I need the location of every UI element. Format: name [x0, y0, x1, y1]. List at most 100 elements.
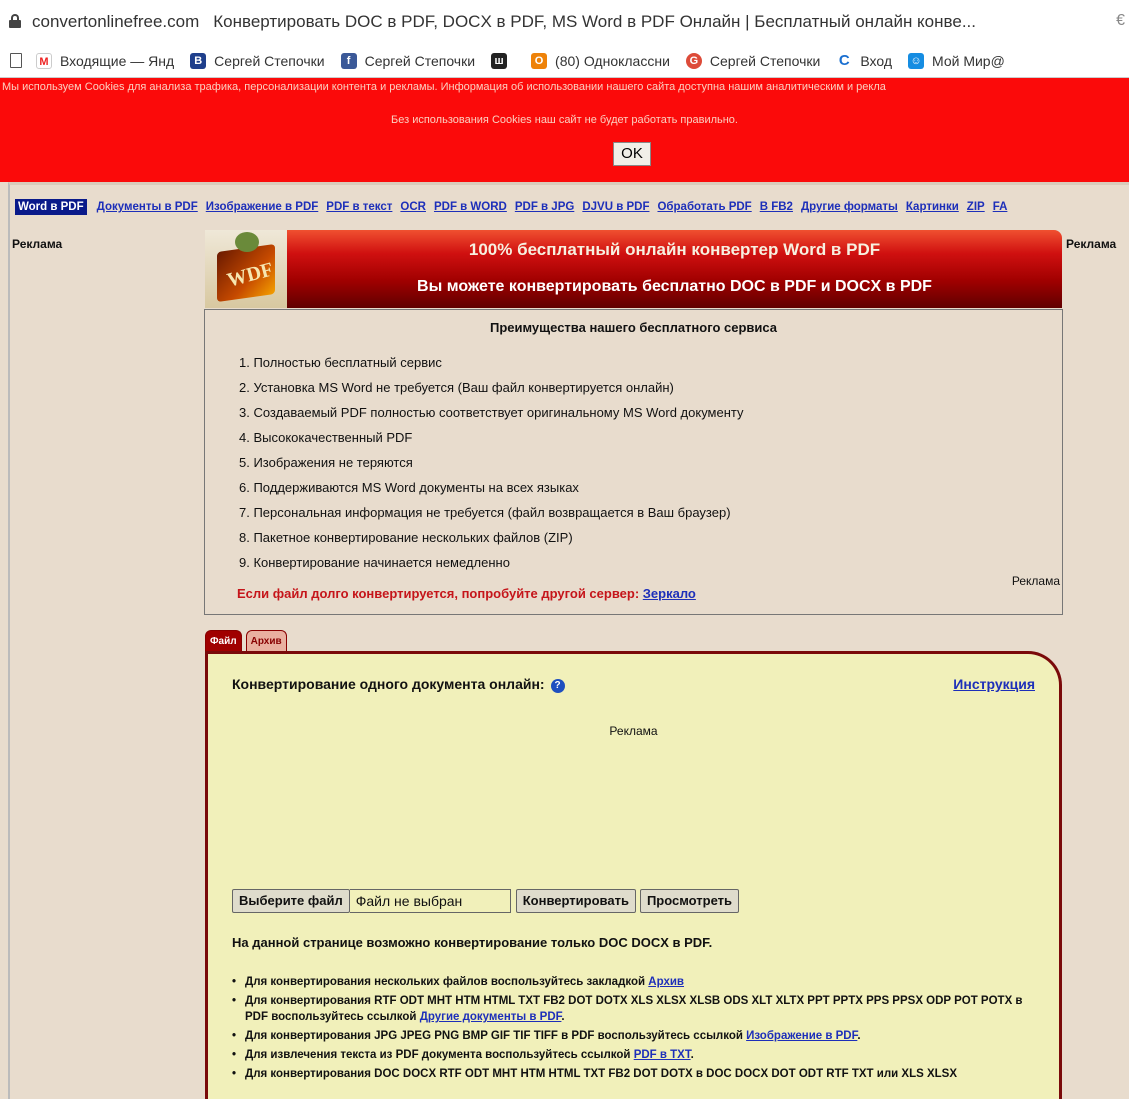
bookmark-label: Сергей Степочки [214, 52, 325, 69]
nav-link[interactable]: В FB2 [760, 201, 793, 213]
file-row: Выберите файл Файл не выбран Конвертиров… [232, 889, 740, 913]
instructions-link[interactable]: Инструкция [953, 676, 1035, 692]
cookie-text-1: Мы используем Cookies для анализа трафик… [2, 81, 886, 93]
bookmark-inbox[interactable]: М Входящие — Янд [36, 52, 175, 69]
tip-link[interactable]: Изображение в PDF [746, 1030, 857, 1042]
odnoklassniki-icon: О [531, 52, 548, 69]
bookmark-label: Сергей Степочки [364, 52, 476, 69]
list-item: 2. Установка MS Word не требуется (Ваш ф… [239, 380, 674, 395]
logo-figure [235, 232, 259, 252]
list-item: 4. Высококачественный PDF [239, 430, 413, 445]
tip-text: Для конвертирования DOC DOCX RTF ODT MHT… [245, 1068, 957, 1080]
bookmark-label: Мой Мир@ [932, 52, 1005, 69]
list-item: 9. Конвертирование начинается немедленно [239, 555, 510, 570]
nav-link[interactable]: DJVU в PDF [582, 201, 649, 213]
nav-link[interactable]: OCR [400, 201, 426, 213]
nav-link[interactable]: PDF в WORD [434, 201, 507, 213]
list-item: 6. Поддерживаются MS Word документы на в… [239, 480, 579, 495]
advantages-heading: Преимущества нашего бесплатного сервиса [489, 320, 778, 335]
nav-links: Word в PDF Документы в PDF Изображение в P… [15, 199, 1015, 215]
preview-button[interactable]: Просмотреть [639, 889, 740, 913]
banner-subtitle: Вы можете конвертировать бесплатно DOC в… [417, 278, 932, 295]
nav-link[interactable]: Обработать PDF [657, 201, 751, 213]
ad-label: Реклама [1011, 574, 1060, 588]
bookmark-label: (80) Одноклассни [555, 52, 670, 69]
nav-link[interactable]: Картинки [906, 201, 959, 213]
bookmark-login[interactable]: С Вход [836, 52, 892, 69]
header-banner: 100% бесплатный онлайн конвертер Word в … [287, 230, 1062, 308]
tip-link[interactable]: Другие документы в PDF [420, 1011, 562, 1023]
mirror-text: Если файл долго конвертируется, попробуй… [237, 586, 640, 601]
cookie-banner: Мы используем Cookies для анализа трафик… [0, 78, 1129, 182]
bookmark-label: Вход [860, 52, 892, 69]
tab-archive[interactable]: Архив [245, 630, 287, 652]
page-title: Конвертировать DOC в PDF, DOCX в PDF, MS… [213, 12, 976, 31]
cookie-ok-button[interactable]: OK [613, 142, 651, 166]
help-icon[interactable]: ? [550, 679, 565, 693]
ad-label: Реклама [609, 724, 658, 738]
tip-link[interactable]: PDF в TXT [634, 1049, 691, 1061]
edge-glyph: € [1116, 12, 1125, 29]
mymir-icon: ☺ [908, 52, 924, 69]
bookmark-gplus[interactable]: G Сергей Степочки [685, 52, 821, 69]
tab-file[interactable]: Файл [205, 630, 242, 652]
tips-list: Для конвертирования нескольких файлов во… [232, 974, 1042, 1085]
page-icon [10, 53, 22, 68]
address-bar[interactable]: convertonlinefree.com Конвертировать DOC… [0, 0, 1129, 44]
ad-label-left: Реклама [12, 237, 63, 251]
tip-link[interactable]: Архив [648, 976, 684, 988]
tip-text-end: . [690, 1049, 694, 1061]
tip-text-end: . [857, 1030, 861, 1042]
bookmark-label: Сергей Степочки [709, 52, 821, 69]
format-note: На данной странице возможно конвертирова… [232, 935, 713, 950]
bookmarks-bar: М Входящие — Янд В Сергей Степочки f Сер… [0, 44, 1129, 78]
mirror-note: Если файл долго конвертируется, попробуй… [237, 586, 696, 601]
nav-link-word-pdf[interactable]: Word в PDF [15, 199, 87, 215]
list-item: Для извлечения текста из PDF документа в… [232, 1047, 1042, 1063]
bookmark-label: Входящие — Янд [60, 52, 175, 69]
nav-link[interactable]: PDF в текст [326, 201, 392, 213]
nav-link[interactable]: ZIP [967, 201, 985, 213]
lock-icon [8, 14, 22, 28]
list-item: Для конвертирования нескольких файлов во… [232, 974, 1042, 990]
nav-link[interactable]: Изображение в PDF [206, 201, 319, 213]
url-domain: convertonlinefree.com [32, 12, 200, 31]
convert-button[interactable]: Конвертировать [515, 889, 636, 913]
nav-link[interactable]: Другие форматы [801, 201, 898, 213]
login-icon: С [836, 52, 853, 69]
facebook-icon: f [340, 52, 357, 69]
advantages-list: 1. Полностью бесплатный сервис 2. Устано… [239, 350, 744, 575]
list-item: Для конвертирования RTF ODT MHT HTM HTML… [232, 993, 1042, 1025]
list-item: 5. Изображения не теряются [239, 455, 413, 470]
tip-text: Для извлечения текста из PDF документа в… [245, 1049, 634, 1061]
bookmark-odnoklassniki[interactable]: О (80) Одноклассни [531, 52, 670, 69]
choose-file-button[interactable]: Выберите файл [232, 889, 350, 913]
convert-panel: Конвертирование одного документа онлайн:… [205, 651, 1062, 1099]
file-name-field: Файл не выбран [349, 889, 511, 913]
mirror-link[interactable]: Зеркало [643, 586, 696, 601]
nav-link[interactable]: FA [993, 201, 1008, 213]
banner-title: 100% бесплатный онлайн конвертер Word в … [468, 240, 881, 259]
site-logo[interactable]: WDF [205, 230, 287, 308]
tip-text-end: . [561, 1011, 565, 1023]
nav-link[interactable]: PDF в JPG [515, 201, 574, 213]
bookmark-vk[interactable]: В Сергей Степочки [190, 52, 325, 69]
cookie-text-2: Без использования Cookies наш сайт не бу… [391, 114, 738, 126]
gplus-icon: G [685, 52, 702, 69]
ad-label-right: Реклама [1066, 237, 1117, 251]
list-item: 8. Пакетное конвертирование нескольких ф… [239, 530, 573, 545]
list-item: Для конвертирования JPG JPEG PNG BMP GIF… [232, 1028, 1042, 1044]
bookmark-facebook[interactable]: f Сергей Степочки [340, 52, 476, 69]
list-item: 7. Персональная информация не требуется … [239, 505, 731, 520]
tip-text: Для конвертирования JPG JPEG PNG BMP GIF… [245, 1030, 747, 1042]
panel-title: Конвертирование одного документа онлайн:… [232, 676, 565, 693]
tip-text: Для конвертирования RTF ODT MHT HTM HTML… [245, 995, 1023, 1023]
nav-link[interactable]: Документы в PDF [97, 201, 198, 213]
list-item: 1. Полностью бесплатный сервис [239, 355, 442, 370]
bookmark-music[interactable]: ш [491, 52, 515, 69]
list-item: 3. Создаваемый PDF полностью соответству… [239, 405, 744, 420]
panel-title-text: Конвертирование одного документа онлайн: [232, 676, 545, 692]
music-icon: ш [491, 52, 508, 69]
bookmark-mymir[interactable]: ☺ Мой Мир@ [908, 52, 1005, 69]
nav-bar: Word в PDF Документы в PDF Изображение в P… [8, 182, 1129, 230]
